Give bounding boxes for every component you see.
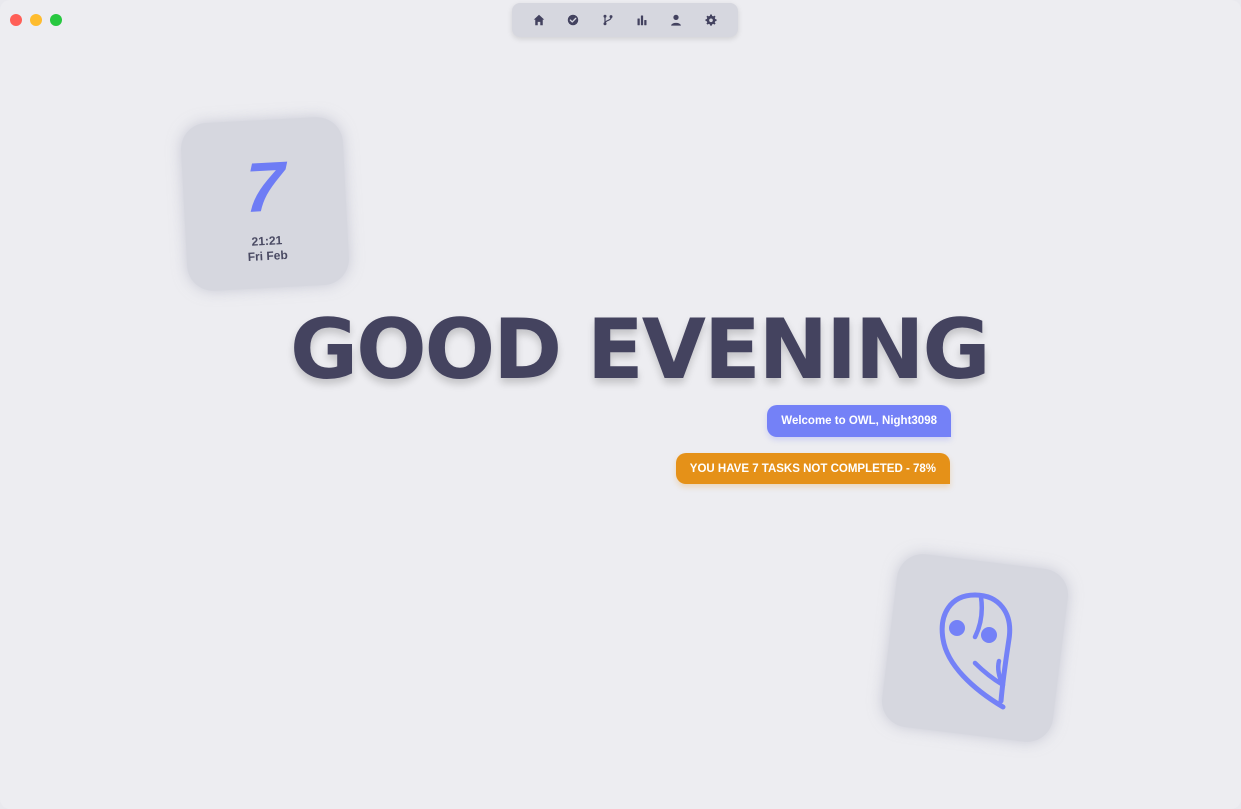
nav-home-button[interactable] [528,9,550,31]
window-controls [10,14,62,26]
bar-chart-icon [637,15,647,26]
greeting-heading: GOOD EVENING [290,301,991,398]
check-circle-icon [568,14,579,26]
welcome-message: Welcome to OWL, Night3098 [767,405,951,437]
close-window-button[interactable] [10,14,22,26]
nav-stats-button[interactable] [631,9,653,31]
tasks-notice[interactable]: YOU HAVE 7 TASKS NOT COMPLETED - 78% [675,453,950,484]
clock-time: 21:21 [251,233,283,249]
home-icon [533,14,545,26]
top-navbar [512,3,738,37]
gear-icon [705,14,717,26]
git-branch-icon [603,14,613,26]
maximize-window-button[interactable] [50,14,62,26]
nav-profile-button[interactable] [665,9,687,31]
date-widget: 7 21:21 Fri Feb [179,115,351,293]
day-number: 7 [243,146,285,228]
weekday-month: Fri Feb [247,247,289,264]
user-icon [671,14,682,26]
nav-branches-button[interactable] [597,9,619,31]
nav-settings-button[interactable] [700,9,722,31]
minimize-window-button[interactable] [30,14,42,26]
owl-logo-card [879,551,1071,745]
owl-logo-icon [939,592,1013,710]
nav-tasks-button[interactable] [562,9,584,31]
app-window: 7 21:21 Fri Feb GOOD EVENING Welcome to … [0,0,1241,809]
